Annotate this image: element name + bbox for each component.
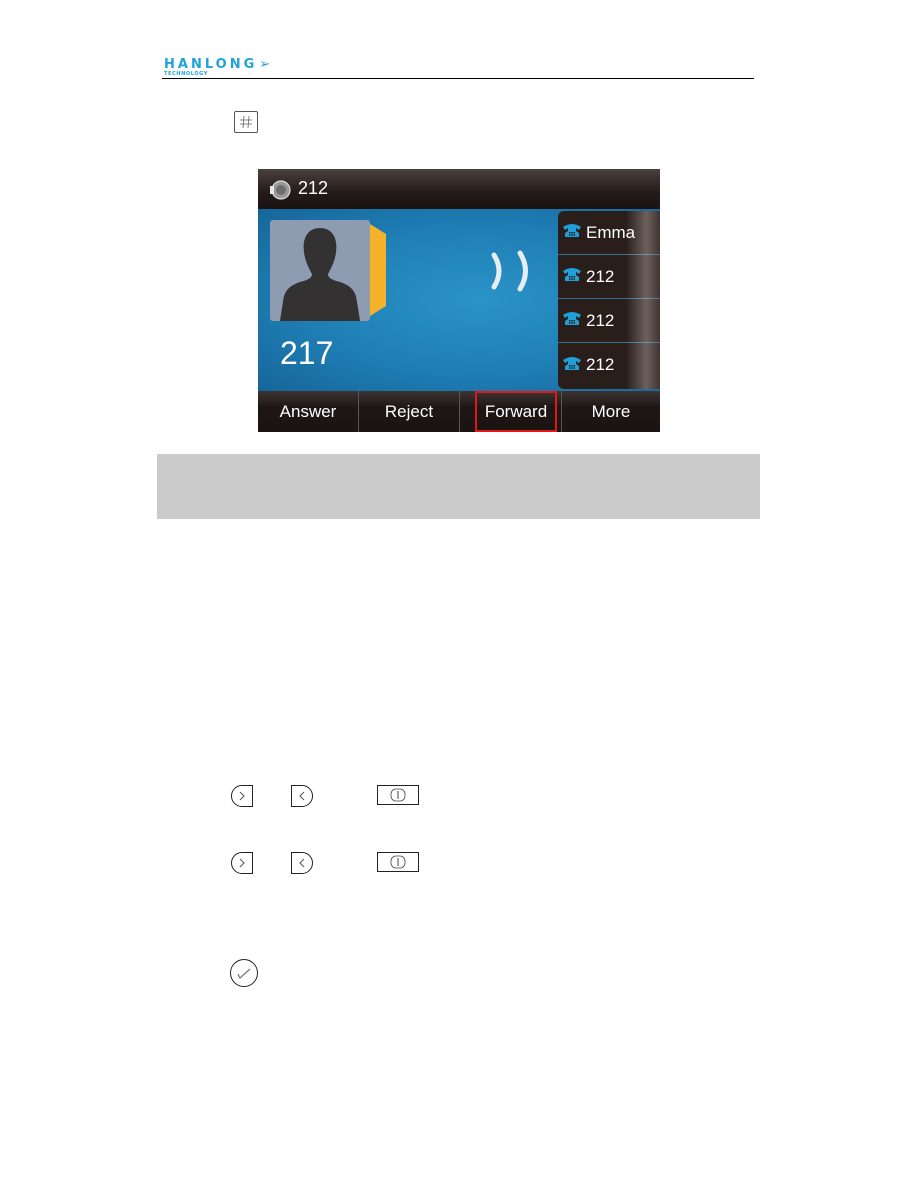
phone-handset-icon	[562, 266, 582, 287]
incoming-call-area: 217 Emma 212 212 212	[258, 209, 660, 391]
line-label: 212	[586, 266, 615, 286]
left-nav-key-icon	[291, 852, 313, 874]
answer-softkey[interactable]: Answer	[258, 391, 358, 432]
phone-handset-icon	[562, 222, 582, 243]
person-silhouette-icon	[280, 228, 360, 321]
status-bar: 212	[258, 169, 660, 209]
contact-avatar	[270, 220, 370, 321]
line-list: Emma 212 212 212	[558, 211, 660, 389]
line-label: 212	[586, 355, 615, 374]
header-divider	[162, 78, 754, 79]
status-title: 212	[298, 178, 329, 198]
right-nav-key-icon	[231, 852, 253, 874]
ringing-icon	[491, 250, 528, 292]
caller-number: 217	[280, 335, 334, 371]
softkey-bar: Answer Reject Forward More	[258, 391, 660, 432]
check-key-icon	[230, 959, 258, 987]
softkey-divider	[459, 391, 460, 432]
line-label: 212	[586, 310, 615, 330]
ok-key-icon	[377, 852, 419, 872]
more-softkey[interactable]: More	[562, 391, 660, 432]
note-box	[157, 454, 760, 519]
right-nav-key-icon	[231, 785, 253, 807]
left-nav-key-icon	[291, 785, 313, 807]
brand-logo: HANLONG ➢ TECHNOLOGY	[164, 58, 273, 77]
ok-key-icon	[377, 785, 419, 805]
brand-mark-icon: ➢	[259, 57, 274, 72]
forward-softkey[interactable]: Forward	[475, 391, 557, 432]
hash-key-icon	[234, 111, 258, 133]
speaker-icon	[269, 179, 291, 206]
reject-softkey[interactable]: Reject	[359, 391, 459, 432]
phone-screen: 212 217 Emma 212 212 212 Answer Reject F…	[258, 169, 660, 432]
phone-handset-icon	[562, 310, 582, 331]
line-list-gloss	[626, 211, 660, 389]
avatar-accent	[370, 224, 386, 316]
phone-handset-icon	[562, 355, 582, 376]
brand-name: HANLONG	[164, 57, 258, 72]
